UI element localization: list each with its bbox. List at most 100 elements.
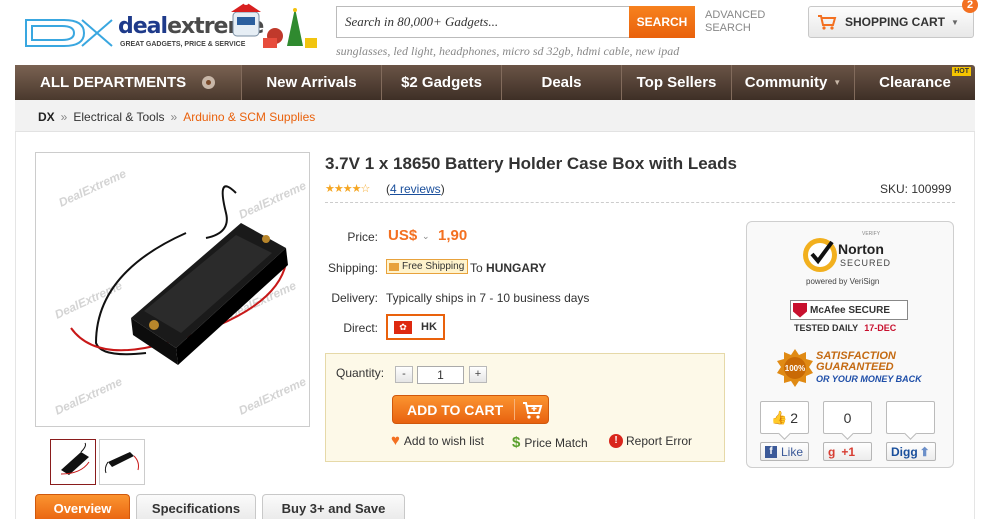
report-error-link[interactable]: ! Report Error (609, 434, 692, 448)
google-plus-count: 0 (823, 401, 872, 434)
product-thumbnail[interactable] (99, 439, 145, 485)
advanced-search-link[interactable]: ADVANCED SEARCH (705, 9, 785, 35)
nav-top-sellers[interactable]: Top Sellers (621, 65, 731, 100)
shipping-to-label: To (470, 261, 483, 275)
mascot-image (231, 2, 317, 48)
shipping-destination[interactable]: To HUNGARY (470, 261, 546, 275)
quantity-label: Quantity: (336, 366, 385, 380)
search-suggestions[interactable]: sunglasses, led light, headphones, micro… (336, 44, 679, 59)
facebook-like-count: 👍 2 (760, 401, 809, 434)
google-plus-label: +1 (841, 444, 856, 459)
nav-clearance-label: Clearance (879, 74, 951, 91)
reviews-count-link[interactable]: 4 reviews (390, 182, 441, 196)
mcafee-secure-seal[interactable]: McAfee SECURE TESTED DAILY 17-DEC (790, 300, 910, 333)
breadcrumb-home[interactable]: DX (38, 110, 55, 124)
money-back-text: OR YOUR MONEY BACK (816, 374, 922, 384)
tab-buy-3-and-save[interactable]: Buy 3+ and Save (262, 494, 405, 519)
digg-label: Digg (891, 444, 918, 459)
warehouse-code: HK (421, 321, 437, 333)
report-error-label: Report Error (626, 434, 693, 448)
google-plus-button[interactable]: g +1 (823, 442, 872, 461)
digg-count (886, 401, 935, 434)
nav-2-gadgets[interactable]: $2 Gadgets (381, 65, 501, 100)
nav-deals[interactable]: Deals (501, 65, 621, 100)
tab-specifications[interactable]: Specifications (136, 494, 256, 519)
product-thumbnail[interactable] (50, 439, 96, 485)
norton-name-text: Norton (838, 241, 884, 257)
search-box: SEARCH (336, 6, 695, 38)
breadcrumb: DX » Electrical & Tools » Arduino & SCM Supp… (38, 110, 315, 124)
mcafee-shield-icon (793, 302, 807, 318)
cart-icon (523, 402, 543, 419)
main-nav: ALL DEPARTMENTS New Arrivals $2 Gadgets … (15, 65, 975, 100)
breadcrumb-separator: » (170, 110, 178, 124)
satisfaction-seal-icon: 100% (777, 349, 813, 387)
search-input[interactable] (337, 7, 629, 37)
norton-powered-text: powered by VeriSign (806, 277, 879, 286)
cart-count-badge: 2 (962, 0, 978, 13)
add-to-wish-list-link[interactable]: ♥ Add to wish list (391, 432, 484, 449)
rating-stars: ★★★★☆ (325, 183, 370, 195)
breadcrumb-current[interactable]: Arduino & SCM Supplies (183, 110, 315, 124)
nav-clearance[interactable]: Clearance HOT (854, 65, 975, 100)
hk-flag-icon: ✿ (394, 320, 412, 334)
add-to-cart-button[interactable]: ADD TO CART (392, 395, 549, 424)
satisfaction-guaranteed: SATISFACTION GUARANTEED (816, 351, 896, 373)
free-shipping-badge: Free Shipping (386, 259, 469, 274)
facebook-count-value: 2 (790, 409, 798, 426)
nav-community-label: Community (744, 74, 828, 91)
nav-new-arrivals[interactable]: New Arrivals (241, 65, 381, 100)
reviews-link[interactable]: (4 reviews) (386, 182, 445, 196)
seal-percent-text: 100% (785, 364, 805, 373)
logo-deal-text: deal (118, 14, 168, 39)
price-match-label: Price Match (524, 435, 588, 450)
quantity-increase-button[interactable]: + (469, 366, 487, 383)
delivery-value: Typically ships in 7 - 10 business days (386, 291, 590, 305)
price-value: 1,90 (438, 227, 468, 244)
hot-badge: HOT (952, 67, 971, 76)
sku: SKU: 100999 (880, 182, 951, 196)
cart-icon (818, 15, 837, 30)
warehouse-hk-option[interactable]: ✿ HK (386, 314, 445, 340)
price-match-link[interactable]: $ Price Match (512, 434, 588, 451)
nav-all-departments[interactable]: ALL DEPARTMENTS (15, 65, 241, 100)
facebook-like-button[interactable]: f Like (760, 442, 809, 461)
direct-label: Direct: (343, 321, 378, 335)
google-icon: g (828, 444, 836, 459)
free-shipping-text: Free Shipping (402, 261, 465, 272)
mcafee-date: 17-DEC (864, 323, 897, 333)
chevron-down-icon: ▼ (833, 78, 842, 87)
shipping-country: HUNGARY (486, 261, 547, 275)
thumbnail-image (104, 452, 139, 474)
nav-community[interactable]: Community ▼ (731, 65, 854, 100)
norton-secured-text: SECURED (840, 258, 891, 268)
alert-icon: ! (609, 434, 623, 448)
search-button[interactable]: SEARCH (629, 6, 695, 38)
norton-verify-text: VERIFY (862, 231, 881, 237)
nav-all-departments-label: ALL DEPARTMENTS (40, 74, 187, 91)
wish-list-label: Add to wish list (403, 434, 484, 448)
heart-icon: ♥ (391, 432, 400, 449)
mcafee-badge: McAfee SECURE (790, 300, 908, 320)
product-title: 3.7V 1 x 18650 Battery Holder Case Box w… (325, 154, 737, 173)
chevron-down-icon[interactable]: ⌄ (422, 231, 430, 242)
dx-logo[interactable] (24, 14, 114, 52)
arrow-up-icon: ⬆ (919, 444, 930, 459)
digg-button[interactable]: Digg ⬆ (886, 442, 936, 461)
currency-selector[interactable]: US$ (388, 227, 417, 244)
quantity-input[interactable]: 1 (417, 366, 464, 384)
shipping-label: Shipping: (327, 261, 378, 275)
norton-secured-seal[interactable]: VERIFY Norton SECURED powered by VeriSig… (800, 228, 905, 288)
breadcrumb-separator: » (60, 110, 68, 124)
breadcrumb-electrical-tools[interactable]: Electrical & Tools (73, 110, 164, 124)
add-to-cart-label: ADD TO CART (407, 401, 504, 418)
tab-overview[interactable]: Overview (35, 494, 130, 519)
dollar-icon: $ (512, 434, 521, 451)
shopping-cart-button[interactable]: SHOPPING CART ▼ (808, 6, 974, 38)
sku-label: SKU: (880, 182, 909, 196)
button-divider (514, 399, 515, 420)
price-label: Price: (347, 230, 378, 244)
quantity-decrease-button[interactable]: - (395, 366, 413, 383)
product-main-image[interactable]: DealExtreme DealExtreme DealExtreme Deal… (35, 152, 310, 427)
sku-value: 100999 (911, 182, 952, 196)
